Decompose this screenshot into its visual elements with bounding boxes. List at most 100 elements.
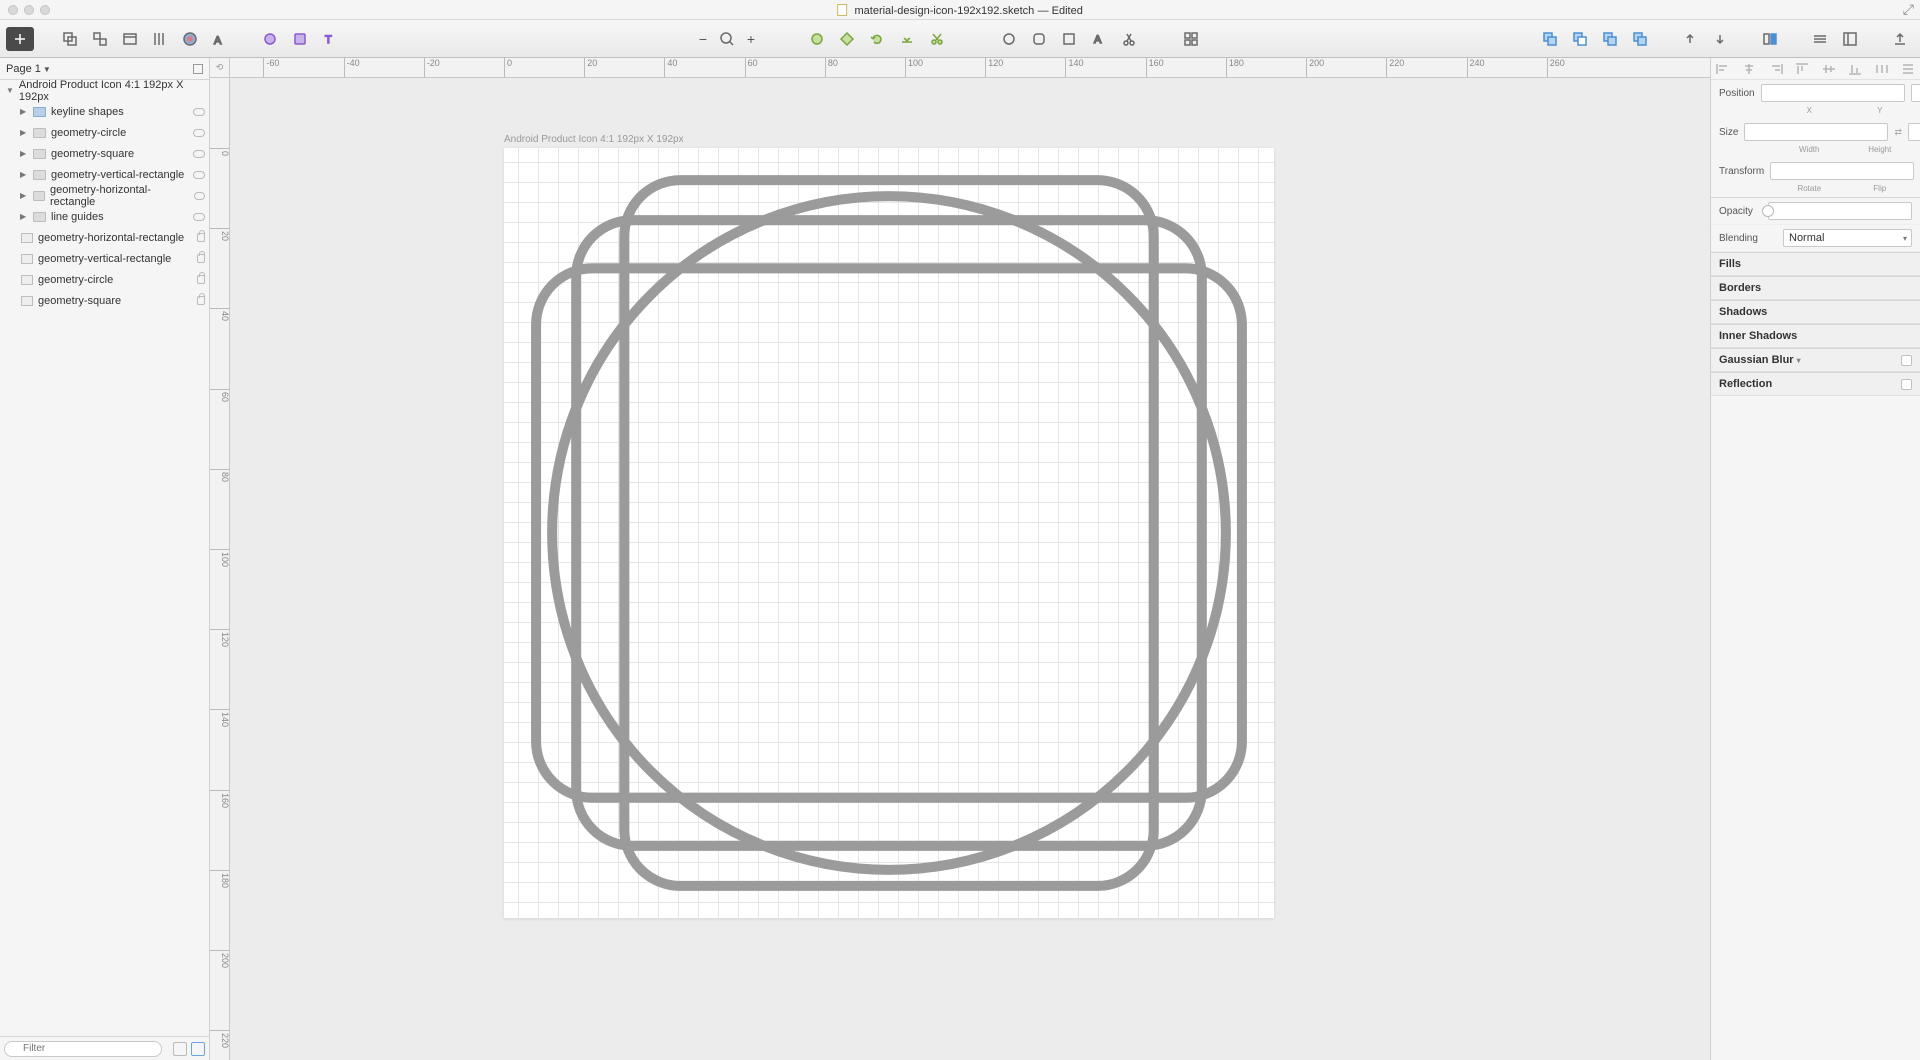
artboard-toggle-icon[interactable] (193, 64, 203, 74)
colors-button[interactable] (176, 27, 204, 51)
rotate-button[interactable] (863, 27, 891, 51)
view-button[interactable] (1806, 27, 1834, 51)
scissors-button[interactable] (923, 27, 951, 51)
scissors-alt-button[interactable] (1115, 27, 1143, 51)
position-y-field[interactable] (1911, 84, 1920, 102)
rotate-field[interactable] (1770, 162, 1914, 180)
visibility-icon[interactable] (193, 171, 205, 179)
shape-oval-button[interactable] (803, 27, 831, 51)
opacity-field[interactable] (1768, 202, 1912, 220)
union-button[interactable] (1536, 27, 1564, 51)
edit-text-button[interactable]: A (1085, 27, 1113, 51)
layout-grid-button[interactable] (146, 27, 174, 51)
opacity-label: Opacity (1719, 206, 1756, 217)
edit-oval-button[interactable] (995, 27, 1023, 51)
align-center-v-icon[interactable] (1821, 62, 1837, 76)
ruler-horizontal[interactable]: -60-40-200204060801001201401601802002202… (230, 58, 1710, 78)
forward-button[interactable] (1676, 27, 1704, 51)
section-shadows[interactable]: Shadows (1711, 300, 1920, 324)
export-button[interactable] (1886, 27, 1914, 51)
section-fills[interactable]: Fills (1711, 252, 1920, 276)
layer-folder[interactable]: ▶keyline shapes (0, 101, 209, 122)
lock-icon[interactable] (197, 296, 205, 305)
layer-folder[interactable]: ▶geometry-horizontal-rectangle (0, 185, 209, 206)
close-window-icon[interactable] (8, 5, 18, 15)
shape-polygon-button[interactable] (833, 27, 861, 51)
visibility-icon[interactable] (193, 129, 205, 137)
insert-button[interactable] (6, 27, 34, 51)
pages-selector[interactable]: Page 1▼ (0, 58, 209, 80)
canvas[interactable]: Android Product Icon 4:1 192px X 192px (230, 78, 1710, 1060)
zoom-tool[interactable] (713, 27, 741, 51)
align-top-icon[interactable] (1794, 62, 1810, 76)
lock-icon[interactable] (197, 275, 205, 284)
section-reflection[interactable]: Reflection (1711, 372, 1920, 396)
layer-shape[interactable]: geometry-circle (0, 269, 209, 290)
vector-tool[interactable] (286, 27, 314, 51)
group-button[interactable] (56, 27, 84, 51)
ruler-vertical[interactable]: 020406080100120140160180200220 (210, 78, 230, 1060)
ruler-origin[interactable]: ⟲ (210, 58, 230, 78)
canvas-artboard-label[interactable]: Android Product Icon 4:1 192px X 192px (504, 134, 684, 145)
fonts-button[interactable]: A (206, 27, 234, 51)
layer-shape[interactable]: geometry-square (0, 290, 209, 311)
position-x-field[interactable] (1761, 84, 1905, 102)
visibility-icon[interactable] (193, 213, 205, 221)
pencil-tool[interactable] (256, 27, 284, 51)
fullscreen-icon[interactable]: ⤢ (1903, 1, 1914, 18)
layer-folder[interactable]: ▶geometry-vertical-rectangle (0, 164, 209, 185)
layer-folder[interactable]: ▶geometry-circle (0, 122, 209, 143)
layer-artboard[interactable]: ▼ Android Product Icon 4:1 192px X 192px (0, 80, 209, 101)
window-controls[interactable] (8, 5, 50, 15)
layout-button[interactable] (1836, 27, 1864, 51)
layer-shape[interactable]: geometry-vertical-rectangle (0, 248, 209, 269)
canvas-area[interactable]: ⟲ -60-40-2002040608010012014016018020022… (210, 58, 1710, 1060)
section-inner-shadows[interactable]: Inner Shadows (1711, 324, 1920, 348)
ungroup-button[interactable] (86, 27, 114, 51)
height-field[interactable] (1908, 123, 1920, 141)
flatten-button[interactable] (893, 27, 921, 51)
lock-icon[interactable] (197, 233, 205, 242)
align-center-h-icon[interactable] (1741, 62, 1757, 76)
distribute-h-icon[interactable] (1874, 62, 1890, 76)
zoom-window-icon[interactable] (40, 5, 50, 15)
section-borders[interactable]: Borders (1711, 276, 1920, 300)
filter-copy-icon[interactable] (173, 1042, 187, 1056)
lock-aspect-icon[interactable]: ⇄ (1894, 127, 1902, 138)
difference-button[interactable] (1626, 27, 1654, 51)
create-symbol-button[interactable] (116, 27, 144, 51)
layer-shape[interactable]: geometry-horizontal-rectangle (0, 227, 209, 248)
align-left-icon[interactable] (1715, 62, 1731, 76)
filter-slice-icon[interactable] (191, 1042, 205, 1056)
layer-folder[interactable]: ▶line guides (0, 206, 209, 227)
section-checkbox[interactable] (1901, 355, 1912, 366)
edit-round-button[interactable] (1025, 27, 1053, 51)
visibility-icon[interactable] (194, 192, 205, 200)
transform-row: Transform ⇋⇵ (1711, 158, 1920, 184)
section-gaussian-blur[interactable]: Gaussian Blur▾ (1711, 348, 1920, 372)
zoom-out-button[interactable]: − (695, 27, 711, 51)
canvas-artboard[interactable] (504, 148, 1274, 918)
mirror-button[interactable] (1756, 27, 1784, 51)
minimize-window-icon[interactable] (24, 5, 34, 15)
keyline-shapes (504, 148, 1274, 918)
section-checkbox[interactable] (1901, 379, 1912, 390)
blending-select[interactable]: Normal (1783, 229, 1912, 247)
zoom-in-button[interactable]: + (743, 27, 759, 51)
distribute-v-icon[interactable] (1900, 62, 1916, 76)
align-right-icon[interactable] (1768, 62, 1784, 76)
text-tool[interactable]: T (316, 27, 344, 51)
width-field[interactable] (1744, 123, 1888, 141)
align-bottom-icon[interactable] (1847, 62, 1863, 76)
backward-button[interactable] (1706, 27, 1734, 51)
visibility-icon[interactable] (193, 150, 205, 158)
subtract-button[interactable] (1566, 27, 1594, 51)
lock-icon[interactable] (197, 254, 205, 263)
pages-label: Page 1 (6, 63, 41, 75)
grid-view-button[interactable] (1177, 27, 1205, 51)
layer-folder[interactable]: ▶geometry-square (0, 143, 209, 164)
filter-input[interactable] (4, 1041, 162, 1057)
edit-rect-button[interactable] (1055, 27, 1083, 51)
visibility-icon[interactable] (193, 108, 205, 116)
intersect-button[interactable] (1596, 27, 1624, 51)
